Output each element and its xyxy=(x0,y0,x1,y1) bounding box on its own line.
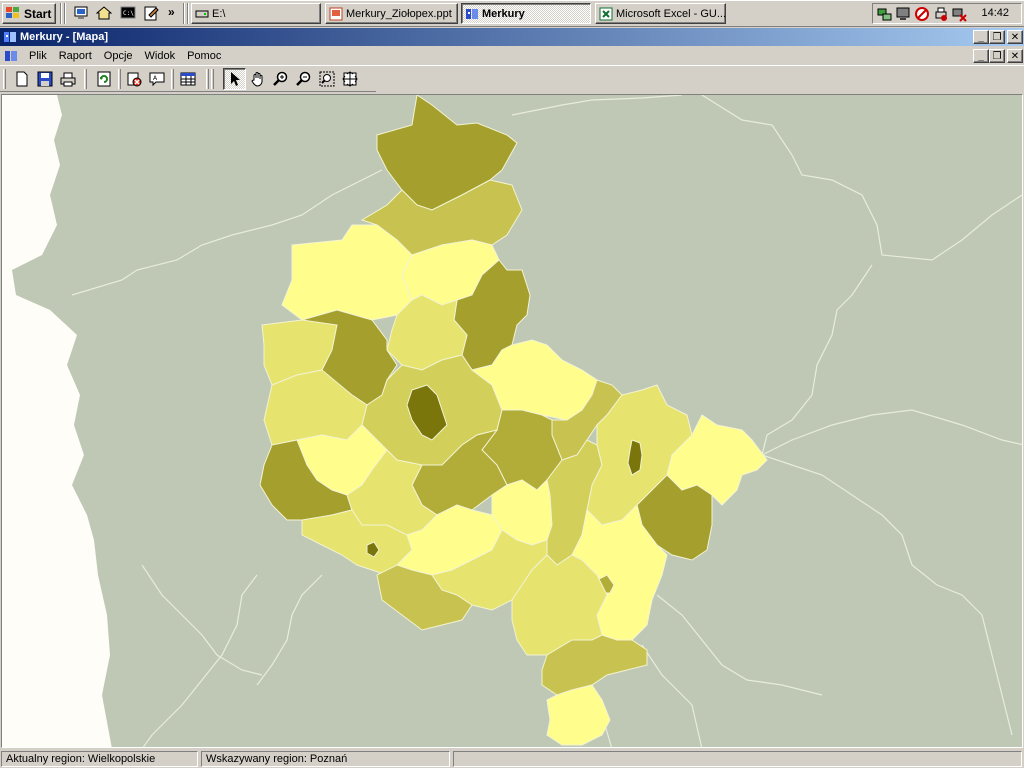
legend-button[interactable] xyxy=(122,68,145,90)
pointer-icon xyxy=(230,72,240,86)
map-app-icon xyxy=(466,8,478,19)
label-button[interactable]: A xyxy=(145,68,168,90)
svg-text:C:\: C:\ xyxy=(123,10,134,17)
toolbar-separator xyxy=(118,69,121,89)
task-button-excel[interactable]: Microsoft Excel - GU... xyxy=(595,3,726,24)
menu-opcje[interactable]: Opcje xyxy=(98,50,139,62)
menu-bar: Plik Raport Opcje Widok Pomoc _ ❐ ✕ xyxy=(0,47,1024,65)
status-empty-pane xyxy=(453,751,1022,767)
monitor-icon[interactable] xyxy=(895,6,911,22)
toolbar-separator xyxy=(171,69,174,89)
document-window-icon[interactable] xyxy=(4,49,18,63)
window-title-bar[interactable]: Merkury - [Mapa] _ ❐ ✕ xyxy=(0,28,1024,46)
status-current-region: Aktualny region: Wielkopolskie xyxy=(1,751,198,767)
menu-pomoc[interactable]: Pomoc xyxy=(181,50,227,62)
child-restore-button[interactable]: ❐ xyxy=(989,49,1005,63)
disconnected-network-icon[interactable] xyxy=(951,6,967,22)
excel-icon xyxy=(599,7,613,20)
print-icon xyxy=(60,72,75,87)
map-canvas[interactable] xyxy=(2,95,1023,748)
table-icon xyxy=(180,72,195,86)
pan-hand-icon xyxy=(250,72,262,87)
taskbar-separator xyxy=(187,3,189,24)
toolbar-separator xyxy=(84,69,87,89)
network-icon[interactable] xyxy=(877,6,893,22)
new-document-icon xyxy=(16,71,27,87)
menu-plik[interactable]: Plik xyxy=(23,50,53,62)
toolbar-separator xyxy=(206,69,209,89)
computer-icon[interactable] xyxy=(73,5,89,21)
close-button[interactable]: ✕ xyxy=(1007,30,1023,44)
new-document-button[interactable] xyxy=(10,68,33,90)
task-button-merkury[interactable]: Merkury xyxy=(461,3,591,24)
toolbar-grip[interactable] xyxy=(3,69,6,89)
minimize-icon: _ xyxy=(978,31,984,43)
restore-icon: ❐ xyxy=(992,50,1002,62)
legend-icon xyxy=(127,72,141,87)
label-icon: A xyxy=(149,72,164,87)
refresh-button[interactable] xyxy=(92,68,115,90)
minimize-button[interactable]: _ xyxy=(973,30,989,44)
zoom-out-button[interactable] xyxy=(292,68,315,90)
taskbar-separator xyxy=(64,3,66,24)
zoom-window-icon xyxy=(319,71,334,87)
task-button-powerpoint[interactable]: Merkury_Ziołopex.ppt xyxy=(325,3,458,24)
zoom-extent-icon xyxy=(341,71,358,87)
terminal-icon[interactable]: C:\ xyxy=(120,5,136,21)
task-button-explorer[interactable]: E:\ xyxy=(191,3,321,24)
zoom-in-icon xyxy=(272,71,287,86)
menu-raport[interactable]: Raport xyxy=(53,50,98,62)
restore-icon: ❐ xyxy=(992,31,1002,43)
child-minimize-button[interactable]: _ xyxy=(973,49,989,63)
printer-icon[interactable] xyxy=(933,6,949,22)
drive-icon xyxy=(195,10,209,17)
close-icon: ✕ xyxy=(1010,31,1020,43)
map-app-icon[interactable] xyxy=(3,30,17,44)
task-label: Microsoft Excel - GU... xyxy=(616,7,726,20)
print-button[interactable] xyxy=(56,68,79,90)
security-icon[interactable] xyxy=(914,6,930,22)
zoom-window-button[interactable] xyxy=(315,68,338,90)
toolbar: A xyxy=(0,66,376,92)
child-close-button[interactable]: ✕ xyxy=(1007,49,1023,63)
refresh-icon xyxy=(97,71,110,87)
table-button[interactable] xyxy=(176,68,199,90)
status-bar: Aktualny region: Wielkopolskie Wskazywan… xyxy=(0,750,1024,768)
pan-tool-button[interactable] xyxy=(246,68,269,90)
task-label: E:\ xyxy=(212,7,226,20)
restore-button[interactable]: ❐ xyxy=(989,30,1005,44)
task-label: Merkury_Ziołopex.ppt xyxy=(346,7,452,20)
taskbar-separator xyxy=(60,3,62,24)
menu-widok[interactable]: Widok xyxy=(139,50,182,62)
notepad-icon[interactable] xyxy=(143,5,159,21)
system-tray: 14:42 xyxy=(872,3,1022,24)
pointer-tool-button[interactable] xyxy=(223,68,246,90)
save-icon xyxy=(37,71,52,87)
toolbar-separator xyxy=(211,69,214,89)
quick-launch-more-button[interactable]: » xyxy=(168,5,175,19)
home-icon[interactable] xyxy=(96,5,112,21)
county-region[interactable] xyxy=(281,224,413,321)
zoom-in-button[interactable] xyxy=(269,68,292,90)
map-sea-area xyxy=(2,95,112,747)
zoom-out-icon xyxy=(295,71,310,86)
taskbar-separator xyxy=(183,3,185,24)
status-pointed-region: Wskazywany region: Poznań xyxy=(201,751,450,767)
clock[interactable]: 14:42 xyxy=(981,7,1009,19)
windows-logo-icon xyxy=(6,7,21,20)
minimize-icon: _ xyxy=(978,50,984,62)
map-view[interactable] xyxy=(1,94,1023,748)
save-button[interactable] xyxy=(33,68,56,90)
zoom-extent-button[interactable] xyxy=(338,68,361,90)
window-title: Merkury - [Mapa] xyxy=(20,31,109,43)
close-icon: ✕ xyxy=(1010,50,1020,62)
taskbar: Start C:\ » E:\ Merkury_Ziołopex.ppt Mer… xyxy=(0,0,1024,27)
start-button[interactable]: Start xyxy=(2,3,56,24)
powerpoint-icon xyxy=(329,7,343,20)
start-label: Start xyxy=(24,6,52,21)
task-label: Merkury xyxy=(482,7,525,20)
